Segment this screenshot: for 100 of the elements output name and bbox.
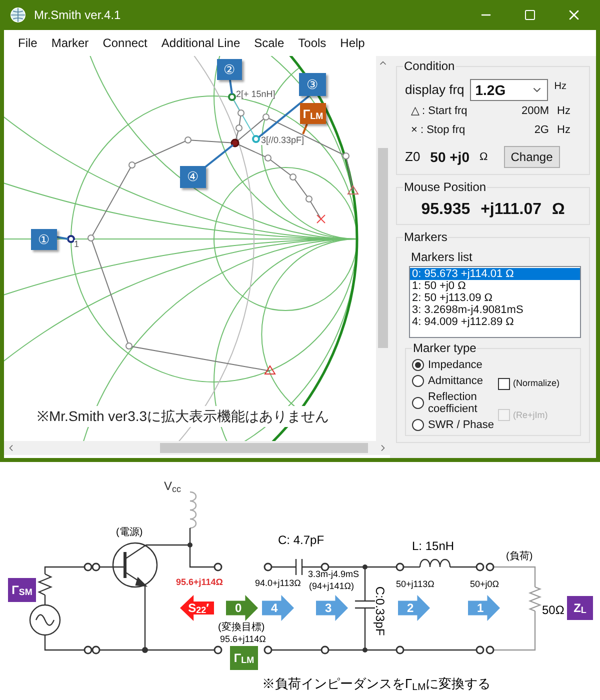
menu-item[interactable]: Additional Line [155,34,246,52]
menu-item[interactable]: Help [334,34,371,52]
wire [404,649,476,651]
junction-dot [362,564,368,570]
impedance-label: 50+j0Ω [470,580,499,589]
marker-list-item[interactable]: 2: 50 +j113.09 Ω [410,292,580,304]
globe-icon [10,7,26,23]
radio-button[interactable] [412,375,424,387]
match-badge: Γ$_{LM}$ [230,646,258,670]
wire [272,566,296,568]
source-badge: Γ$_{SM}$ [8,578,36,602]
radio-button[interactable] [412,419,424,431]
checkbox[interactable] [498,378,510,390]
impedance-label: 94.0+j113Ω [255,579,301,588]
marker-dot [228,93,236,101]
inductor-icon [189,491,197,529]
caption-text: ※負荷インピーダンスをΓ$_{LM}$に変換する [262,677,491,690]
menu-item[interactable]: Marker [45,34,95,52]
point-label: 1 [74,240,80,249]
unit-label: Hz [554,80,566,94]
radio-button[interactable] [412,359,424,371]
leader-line [56,236,68,240]
component-label: C: 4.7pF [278,534,324,546]
horizontal-scrollbar[interactable] [4,441,390,455]
wire [272,649,321,651]
terminal-icon [214,562,222,572]
group-title: Marker type [412,340,478,356]
supply-label: (電源) [116,528,143,538]
maximize-icon [524,9,536,21]
leader-line [229,80,233,94]
mouse-position-value: 95.935 +j111.07 Ω [421,200,565,220]
menu-item[interactable]: Connect [96,34,154,52]
terminal-icon [320,562,330,572]
terminal-icon [264,562,272,572]
point-label: 3[//0.33pF] [261,136,304,145]
change-button[interactable]: Change [504,146,560,168]
capacitor-icon [295,558,303,576]
resistor-icon [528,586,542,612]
component-label: L: 15nH [412,540,454,552]
vertical-scrollbar[interactable] [376,56,390,441]
impedance-value: 50 +j0 [430,148,470,167]
junction-dot [188,542,192,548]
junction-dot [362,648,368,652]
frequency-value: 2G [533,122,549,138]
marker-callout: ① [31,229,57,250]
field-label: × : Stop frq [411,122,466,138]
terminal-icon [264,646,272,654]
wire [44,566,84,574]
marker-list-item[interactable]: 3: 3.2698m-j4.9081mS [410,304,580,316]
impedance-label: (94+j141Ω) [309,582,354,591]
load-value: 50Ω [542,604,564,616]
wire [302,566,321,568]
terminal-icon [396,646,404,654]
supply-voltage-label: V$_{cc}$ [164,480,182,492]
menu-item[interactable]: Scale [248,34,290,52]
unit-label: Ω [480,150,488,165]
marker-list-item[interactable]: 1: 50 +j0 Ω [410,280,580,292]
checkbox-label: (Re+jIm) [513,408,548,422]
field-label: display frq [405,81,464,100]
menu-item[interactable]: File [12,34,44,52]
terminal-icon [214,646,222,654]
target-label: (変換目標) [218,623,265,633]
admittance-label: 3.3m-j4.9mS [308,570,360,579]
field-label: Z0 [405,148,420,166]
wire [44,635,84,651]
resistor-icon [37,573,53,596]
list-title: Markers list [411,249,474,266]
load-label: (負荷) [506,552,533,562]
terminal-icon [320,646,330,654]
marker-dot [67,235,75,243]
start-triangle-icon [347,185,359,194]
junction-dot [142,647,148,653]
leader-line [203,144,234,169]
impedance-label: 95.6+j114Ω [220,635,266,644]
wire [494,611,536,651]
unit-label: Hz [557,122,570,138]
marker-list-item[interactable]: 0: 95.673 +j114.01 Ω [410,268,580,280]
wire [404,566,420,568]
stop-cross-icon [316,214,326,224]
radio-label: Impedance [428,359,482,371]
menu-item[interactable]: Tools [292,34,332,52]
inductor-icon [419,558,451,568]
terminal-icon [396,562,404,572]
wire [450,566,476,568]
radio-label: Reflection coefficient [428,391,478,415]
point-label: 2[+ 15nH] [236,90,276,99]
marker-callout: ④ [180,166,206,188]
frequency-value: 200M [520,104,549,119]
impedance-label: 50+j113Ω [396,580,434,589]
transistor-icon [112,542,158,588]
component-label: C:0.33pF [374,585,386,638]
radio-label: SWR / Phase [428,419,494,431]
radio-button[interactable] [412,397,424,409]
checkbox-label: (Normalize) [513,377,560,390]
frequency-combobox[interactable]: 1.2G [470,79,548,101]
load-badge: Z$_{L}$ [567,596,593,620]
marker-list-item[interactable]: 4: 94.009 +j112.89 Ω [410,316,580,328]
start-triangle-icon [264,365,276,374]
field-label: △ : Start frq [411,104,468,119]
marker-dot [252,135,260,143]
